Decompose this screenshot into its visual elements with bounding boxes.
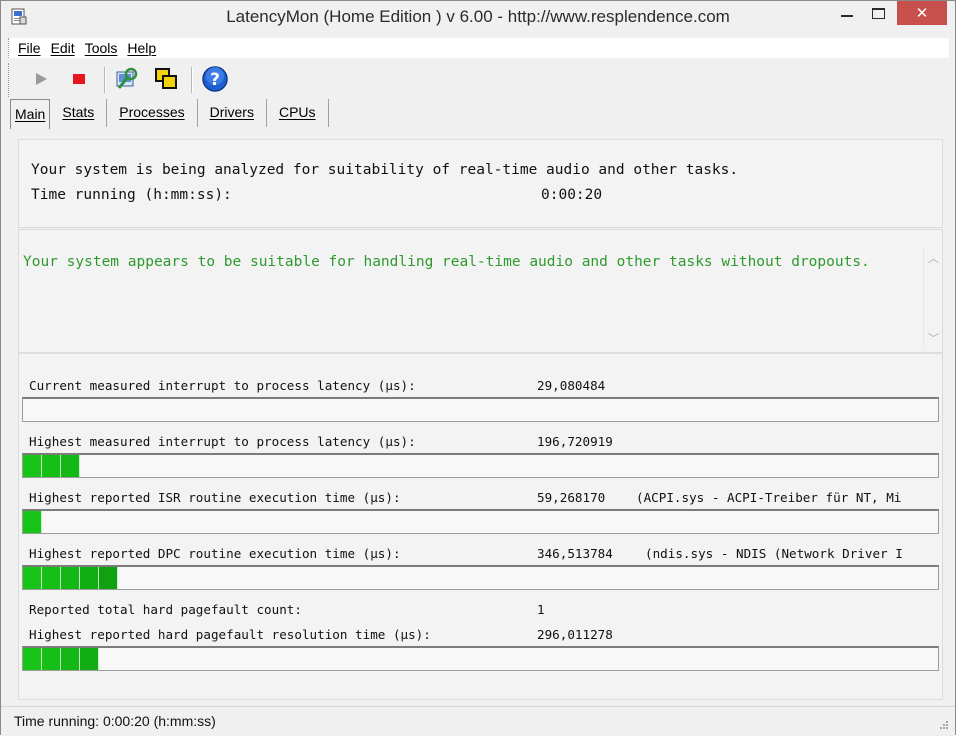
analysis-panel: Your system is being analyzed for suitab… [18, 139, 943, 228]
tab-stats[interactable]: Stats [50, 99, 108, 127]
time-running-label: Time running (h:mm:ss): [31, 187, 232, 203]
bar-segment [23, 455, 42, 477]
bar-fill [23, 455, 80, 477]
help-button[interactable]: ? [201, 65, 229, 93]
menu-edit[interactable]: Edit [51, 40, 75, 56]
bar-segment [61, 567, 80, 589]
latencymon-window: LatencyMon (Home Edition ) v 6.00 - http… [0, 0, 956, 736]
toolbar-separator [104, 67, 106, 93]
analysis-status-text: Your system is being analyzed for suitab… [31, 162, 739, 178]
minimize-button[interactable] [833, 1, 861, 25]
bar-segment [61, 455, 80, 477]
start-icon [36, 73, 47, 85]
menu-bar: File Edit Tools Help [8, 38, 949, 58]
verdict-text: Your system appears to be suitable for h… [23, 254, 870, 270]
bar-segment [99, 567, 118, 589]
svg-text:?: ? [210, 70, 220, 90]
tab-main[interactable]: Main [10, 99, 51, 129]
metric-driver: (ACPI.sys - ACPI-Treiber für NT, Mi [636, 490, 902, 505]
maximize-button[interactable] [863, 1, 893, 25]
metric-driver: (ndis.sys - NDIS (Network Driver I [645, 546, 903, 561]
metric-value: 346,513784 [537, 546, 613, 561]
start-button[interactable] [27, 65, 55, 93]
metric-value: 196,720919 [537, 434, 613, 449]
bar-segment [23, 567, 42, 589]
stop-button[interactable] [65, 65, 93, 93]
windows-button[interactable] [152, 65, 180, 93]
stop-icon [73, 74, 85, 84]
metric-label: Highest reported DPC routine execution t… [29, 546, 401, 561]
time-running-value: 0:00:20 [541, 187, 603, 203]
tab-processes[interactable]: Processes [107, 99, 198, 127]
bar-fill [23, 567, 118, 589]
bar-segment [61, 648, 80, 670]
status-bar: Time running: 0:00:20 (h:mm:ss) [1, 706, 955, 736]
bar-segment [42, 455, 61, 477]
bar-segment [42, 567, 61, 589]
scroll-down-icon[interactable]: ﹀ [928, 330, 939, 346]
latency-bar [22, 565, 939, 590]
toolbar-separator [191, 67, 193, 93]
close-button[interactable]: ✕ [897, 1, 947, 25]
windows-icon [155, 68, 177, 89]
status-text: Time running: 0:00:20 (h:mm:ss) [14, 713, 216, 729]
menu-help[interactable]: Help [127, 40, 156, 56]
close-icon: ✕ [915, 3, 929, 22]
bar-fill [23, 648, 99, 670]
metric-value: 296,011278 [537, 627, 613, 642]
tab-cpus[interactable]: CPUs [267, 99, 329, 127]
tab-drivers[interactable]: Drivers [198, 99, 267, 127]
latency-bar [22, 646, 939, 671]
bar-segment [80, 648, 99, 670]
metric-label: Reported total hard pagefault count: [29, 602, 302, 617]
menu-tools[interactable]: Tools [85, 40, 118, 56]
toolbar: ? [8, 63, 949, 97]
bar-segment [42, 648, 61, 670]
metric-label: Highest reported hard pagefault resoluti… [29, 627, 431, 642]
bar-segment [80, 567, 99, 589]
window-title: LatencyMon (Home Edition ) v 6.00 - http… [226, 7, 730, 26]
metric-value: 29,080484 [537, 378, 606, 393]
title-bar[interactable]: LatencyMon (Home Edition ) v 6.00 - http… [1, 1, 955, 35]
verdict-panel: Your system appears to be suitable for h… [18, 229, 943, 353]
resize-grip-icon[interactable] [937, 720, 949, 732]
help-icon: ? [202, 66, 228, 92]
metric-label: Current measured interrupt to process la… [29, 378, 416, 393]
menu-file[interactable]: File [18, 40, 41, 56]
tab-strip: Main Stats Processes Drivers CPUs [10, 99, 329, 129]
analyze-icon [116, 67, 138, 89]
analyze-button[interactable] [113, 65, 141, 93]
bar-segment [23, 511, 42, 533]
metrics-panel: Current measured interrupt to process la… [18, 353, 943, 700]
verdict-scrollbar[interactable]: ︿ ﹀ [923, 248, 942, 350]
bar-fill [23, 511, 42, 533]
latency-bar [22, 509, 939, 534]
metric-label: Highest reported ISR routine execution t… [29, 490, 401, 505]
metric-label: Highest measured interrupt to process la… [29, 434, 416, 449]
minimize-icon [841, 15, 853, 17]
metric-value: 1 [537, 602, 545, 617]
scroll-up-icon[interactable]: ︿ [928, 250, 939, 266]
latency-bar [22, 453, 939, 478]
bar-segment [23, 648, 42, 670]
latency-bar [22, 397, 939, 422]
maximize-icon [871, 7, 885, 19]
metric-value: 59,268170 [537, 490, 606, 505]
